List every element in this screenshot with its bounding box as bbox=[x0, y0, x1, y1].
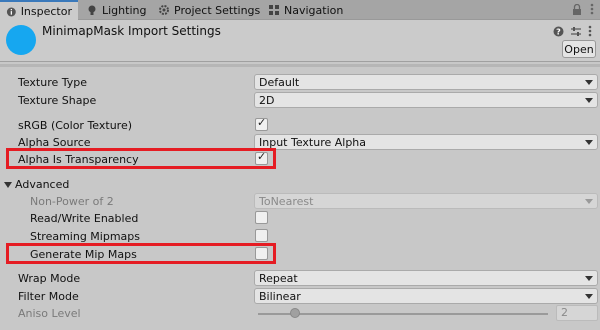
dropdown-arrow-icon bbox=[585, 140, 593, 145]
filter-mode-row: Filter Mode Bilinear bbox=[0, 288, 600, 306]
tab-navigation[interactable]: Navigation bbox=[262, 0, 349, 20]
dropdown-value: Bilinear bbox=[259, 290, 301, 303]
wrap-mode-row: Wrap Mode Repeat bbox=[0, 270, 600, 288]
read-write-row: Read/Write Enabled bbox=[0, 210, 600, 228]
aniso-level-slider-handle bbox=[290, 308, 300, 318]
tab-bar-controls bbox=[572, 3, 594, 15]
aniso-level-label: Aniso Level bbox=[18, 307, 81, 320]
dropdown-arrow-icon bbox=[585, 98, 593, 103]
filter-mode-dropdown[interactable]: Bilinear bbox=[254, 288, 598, 304]
navigation-icon bbox=[269, 5, 279, 15]
more-options-icon[interactable] bbox=[590, 3, 594, 15]
srgb-row: sRGB (Color Texture) ✓ bbox=[0, 116, 600, 135]
texture-type-row: Texture Type Default bbox=[0, 74, 600, 92]
tab-inspector[interactable]: Inspector bbox=[0, 0, 78, 21]
info-icon bbox=[6, 7, 16, 16]
highlight-box-generate-mip-maps bbox=[6, 243, 276, 264]
advanced-foldout[interactable]: Advanced bbox=[4, 178, 69, 191]
read-write-label: Read/Write Enabled bbox=[30, 212, 139, 225]
texture-shape-row: Texture Shape 2D bbox=[0, 92, 600, 110]
filter-mode-label: Filter Mode bbox=[18, 290, 79, 303]
alpha-source-dropdown[interactable]: Input Texture Alpha bbox=[254, 134, 598, 150]
tab-label: Navigation bbox=[284, 3, 344, 17]
texture-asset-icon bbox=[6, 25, 36, 55]
checkmark-icon: ✓ bbox=[257, 116, 267, 129]
dropdown-arrow-icon bbox=[585, 276, 593, 281]
header-icons: ? bbox=[553, 25, 592, 37]
presets-icon[interactable] bbox=[570, 26, 582, 37]
dropdown-value: Default bbox=[259, 76, 300, 89]
dropdown-value: ToNearest bbox=[259, 195, 314, 208]
aniso-level-slider bbox=[258, 313, 548, 315]
tab-label: Lighting bbox=[102, 3, 147, 17]
bulb-icon bbox=[88, 5, 96, 15]
srgb-checkbox[interactable]: ✓ bbox=[255, 116, 268, 131]
tab-label: Project Settings bbox=[174, 3, 261, 17]
read-write-checkbox[interactable] bbox=[255, 211, 268, 224]
highlight-box-alpha-is-transparency bbox=[6, 148, 276, 169]
texture-shape-dropdown[interactable]: 2D bbox=[254, 92, 598, 108]
advanced-foldout-row[interactable]: Advanced bbox=[0, 176, 600, 194]
dropdown-arrow-icon bbox=[585, 199, 593, 204]
dropdown-arrow-icon bbox=[585, 294, 593, 299]
texture-type-dropdown[interactable]: Default bbox=[254, 74, 598, 90]
open-button[interactable]: Open bbox=[562, 40, 596, 58]
asset-title: MinimapMask Import Settings bbox=[42, 24, 221, 38]
gear-icon bbox=[159, 5, 169, 15]
streaming-mipmaps-label: Streaming Mipmaps bbox=[30, 230, 141, 243]
streaming-mipmaps-checkbox[interactable] bbox=[255, 229, 268, 242]
lock-icon[interactable] bbox=[572, 3, 582, 15]
tab-project-settings[interactable]: Project Settings bbox=[152, 0, 266, 20]
dropdown-arrow-icon bbox=[585, 80, 593, 85]
wrap-mode-label: Wrap Mode bbox=[18, 272, 81, 285]
wrap-mode-dropdown[interactable]: Repeat bbox=[254, 270, 598, 286]
srgb-label: sRGB (Color Texture) bbox=[18, 119, 133, 132]
non-power-of-2-dropdown: ToNearest bbox=[254, 193, 598, 209]
dropdown-value: 2D bbox=[259, 94, 275, 107]
non-power-of-2-row: Non-Power of 2 ToNearest bbox=[0, 193, 600, 211]
dropdown-value: Repeat bbox=[259, 272, 298, 285]
texture-shape-label: Texture Shape bbox=[18, 94, 97, 107]
aniso-level-row: Aniso Level 2 bbox=[0, 305, 600, 323]
foldout-expanded-icon bbox=[4, 181, 12, 188]
texture-type-label: Texture Type bbox=[18, 76, 88, 89]
svg-text:?: ? bbox=[556, 27, 561, 36]
window-tab-bar: Inspector Lighting Project Settings Navi… bbox=[0, 0, 600, 21]
advanced-label: Advanced bbox=[15, 178, 70, 191]
header-divider bbox=[0, 64, 600, 67]
help-icon[interactable]: ? bbox=[553, 26, 564, 37]
more-options-icon[interactable] bbox=[588, 25, 592, 37]
inspector-header: MinimapMask Import Settings ? Open bbox=[0, 20, 600, 62]
tab-lighting[interactable]: Lighting bbox=[80, 0, 152, 20]
non-power-of-2-label: Non-Power of 2 bbox=[30, 195, 114, 208]
tab-label: Inspector bbox=[20, 5, 72, 18]
aniso-level-field: 2 bbox=[556, 305, 598, 321]
